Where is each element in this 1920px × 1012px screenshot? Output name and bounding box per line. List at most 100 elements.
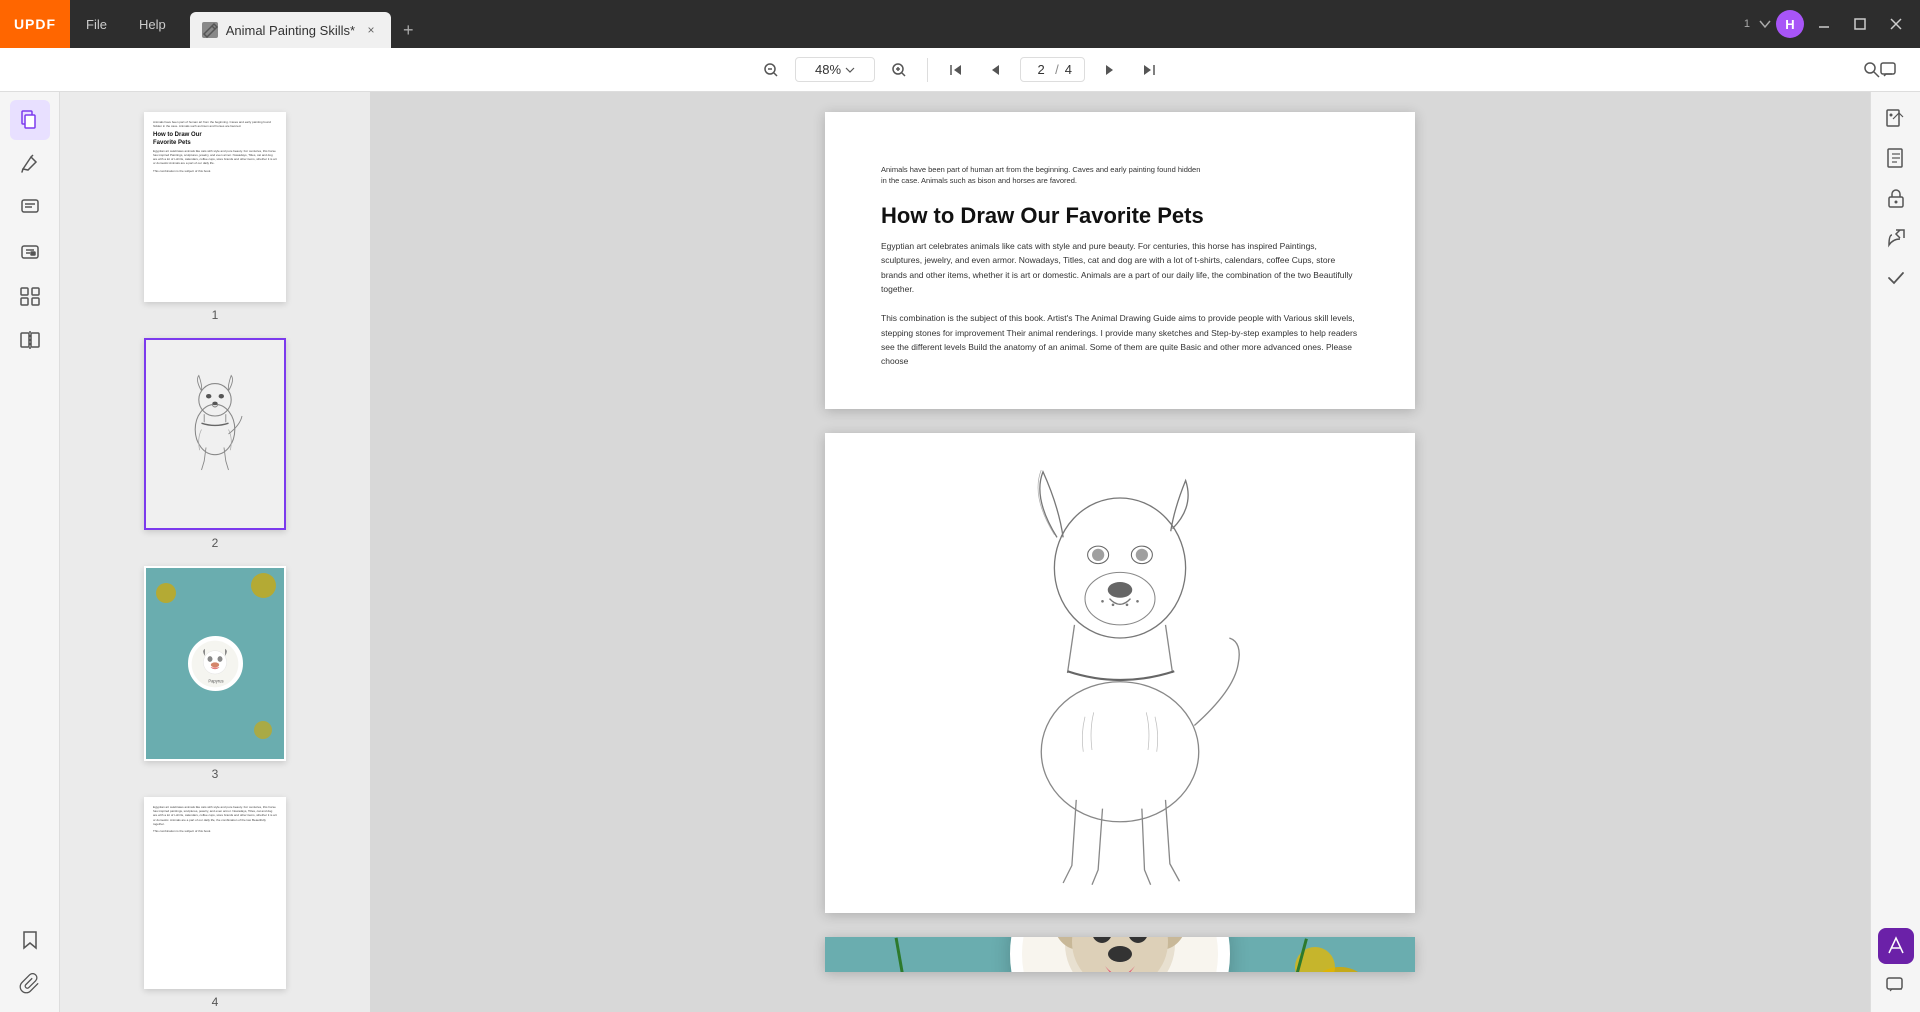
page1-intro-text: Animals have been part of human art from… (881, 164, 1359, 187)
sidebar-right-pdf-to-img[interactable] (1878, 140, 1914, 176)
zoom-selector[interactable]: 48% (795, 57, 875, 82)
sidebar-icon-organize[interactable] (10, 276, 50, 316)
thumbnail-page-num-2: 2 (212, 536, 219, 550)
close-button[interactable] (1880, 8, 1912, 40)
forms-icon (19, 241, 41, 263)
tab-active[interactable]: Animal Painting Skills* × (190, 12, 391, 48)
password-icon (1885, 187, 1907, 209)
zoom-dropdown-icon (845, 65, 855, 75)
menu-items: File Help (70, 0, 182, 48)
pet-medallion-main: Papyrus (1020, 937, 1220, 972)
search-icon (1863, 61, 1881, 79)
right-sidebar (1870, 92, 1920, 1012)
total-pages: 4 (1065, 62, 1072, 77)
prev-page-icon (988, 62, 1004, 78)
sidebar-right-img-to-pdf[interactable] (1878, 100, 1914, 136)
maximize-icon (1853, 17, 1867, 31)
zoom-in-icon (891, 62, 907, 78)
maximize-button[interactable] (1844, 8, 1876, 40)
zoom-out-button[interactable] (755, 54, 787, 86)
organize-icon (19, 285, 41, 307)
document-page-3: Papyrus (825, 937, 1415, 972)
sidebar-icon-forms[interactable] (10, 232, 50, 272)
thumbnail-item-4[interactable]: Egyptian art celebrates animals like cat… (144, 797, 286, 1009)
page1-body-text: Egyptian art celebrates animals like cat… (881, 239, 1359, 369)
ai-icon (1885, 935, 1907, 957)
document-page-2 (825, 433, 1415, 913)
svg-text:Papyrus: Papyrus (208, 678, 223, 683)
main-area: Animals have been part of human art from… (0, 92, 1920, 1012)
chevron-down-icon (1758, 17, 1772, 31)
page-separator: / (1055, 62, 1059, 77)
tabs-area: Animal Painting Skills* × + (190, 0, 1744, 48)
dog-sketch-main (980, 433, 1260, 913)
current-page[interactable]: 2 (1033, 62, 1049, 77)
thumbnail-page-num-3: 3 (212, 767, 219, 781)
sidebar-icon-compare[interactable] (10, 320, 50, 360)
topbar: UPDF File Help Animal Painting Skills* ×… (0, 0, 1920, 48)
zoom-out-icon (763, 62, 779, 78)
sidebar-icon-annotations[interactable] (10, 188, 50, 228)
attachment-icon (19, 973, 41, 995)
pdf-to-image-icon (1885, 147, 1907, 169)
toolbar-separator-1 (927, 58, 928, 82)
thumbnail-frame-4: Egyptian art celebrates animals like cat… (144, 797, 286, 989)
left-sidebar (0, 92, 60, 1012)
next-page-button[interactable] (1093, 54, 1125, 86)
share-icon (1885, 227, 1907, 249)
sidebar-right-ai[interactable] (1878, 928, 1914, 964)
sidebar-icon-attachment[interactable] (10, 964, 50, 1004)
sidebar-right-share[interactable] (1878, 220, 1914, 256)
last-page-icon (1141, 62, 1157, 78)
toolbar: 48% 2 / 4 (0, 48, 1920, 92)
first-page-button[interactable] (940, 54, 972, 86)
zoom-value: 48% (815, 62, 841, 77)
page-indicator: 1 (1744, 18, 1754, 30)
sidebar-right-check[interactable] (1878, 260, 1914, 296)
prev-page-button[interactable] (980, 54, 1012, 86)
sidebar-icon-bookmark[interactable] (10, 920, 50, 960)
sidebar-right-password[interactable] (1878, 180, 1914, 216)
chat-icon (1885, 975, 1907, 997)
thumbnail-frame-2 (144, 338, 286, 530)
zoom-in-button[interactable] (883, 54, 915, 86)
thumbnail-item-2[interactable]: 2 (144, 338, 286, 550)
sidebar-right-chat[interactable] (1878, 968, 1914, 1004)
sidebar-icon-pages[interactable] (10, 100, 50, 140)
sidebar-icon-edit[interactable] (10, 144, 50, 184)
menu-file[interactable]: File (70, 0, 123, 48)
first-page-icon (948, 62, 964, 78)
thumbnail-frame-3: Papyrus (144, 566, 286, 761)
tab-add-button[interactable]: + (391, 12, 426, 48)
thumbnail-item-3[interactable]: Papyrus 3 (144, 566, 286, 781)
tab-close-button[interactable]: × (363, 22, 379, 38)
last-page-button[interactable] (1133, 54, 1165, 86)
image-to-pdf-icon (1885, 107, 1907, 129)
minimize-button[interactable] (1808, 8, 1840, 40)
user-avatar[interactable]: H (1776, 10, 1804, 38)
search-button[interactable] (1856, 54, 1888, 86)
toolbar-right-actions (1872, 54, 1904, 86)
thumbnail-item-1[interactable]: Animals have been part of human art from… (144, 112, 286, 322)
tab-edit-icon (202, 22, 218, 38)
thumbnail-page-num-1: 1 (212, 308, 219, 322)
check-mark-icon (1885, 267, 1907, 289)
compare-icon (19, 329, 41, 351)
menu-help[interactable]: Help (123, 0, 182, 48)
thumbnail-frame-1: Animals have been part of human art from… (144, 112, 286, 302)
content-area: Animals have been part of human art from… (370, 92, 1870, 1012)
close-icon (1889, 17, 1903, 31)
annotation-icon (19, 197, 41, 219)
page1-heading: How to Draw Our Favorite Pets (881, 203, 1359, 229)
thumbnail-page-num-4: 4 (212, 995, 219, 1009)
edit-pen-icon (19, 153, 41, 175)
document-page-1: Animals have been part of human art from… (825, 112, 1415, 409)
next-page-icon (1101, 62, 1117, 78)
thumbnail-panel: Animals have been part of human art from… (60, 92, 370, 1012)
pages-icon (19, 109, 41, 131)
page-navigation: 2 / 4 (1020, 57, 1085, 82)
tab-label: Animal Painting Skills* (226, 23, 355, 38)
pet-medallion-thumb: Papyrus (190, 639, 240, 689)
dog-sketch-thumb (170, 369, 260, 499)
minimize-icon (1817, 17, 1831, 31)
